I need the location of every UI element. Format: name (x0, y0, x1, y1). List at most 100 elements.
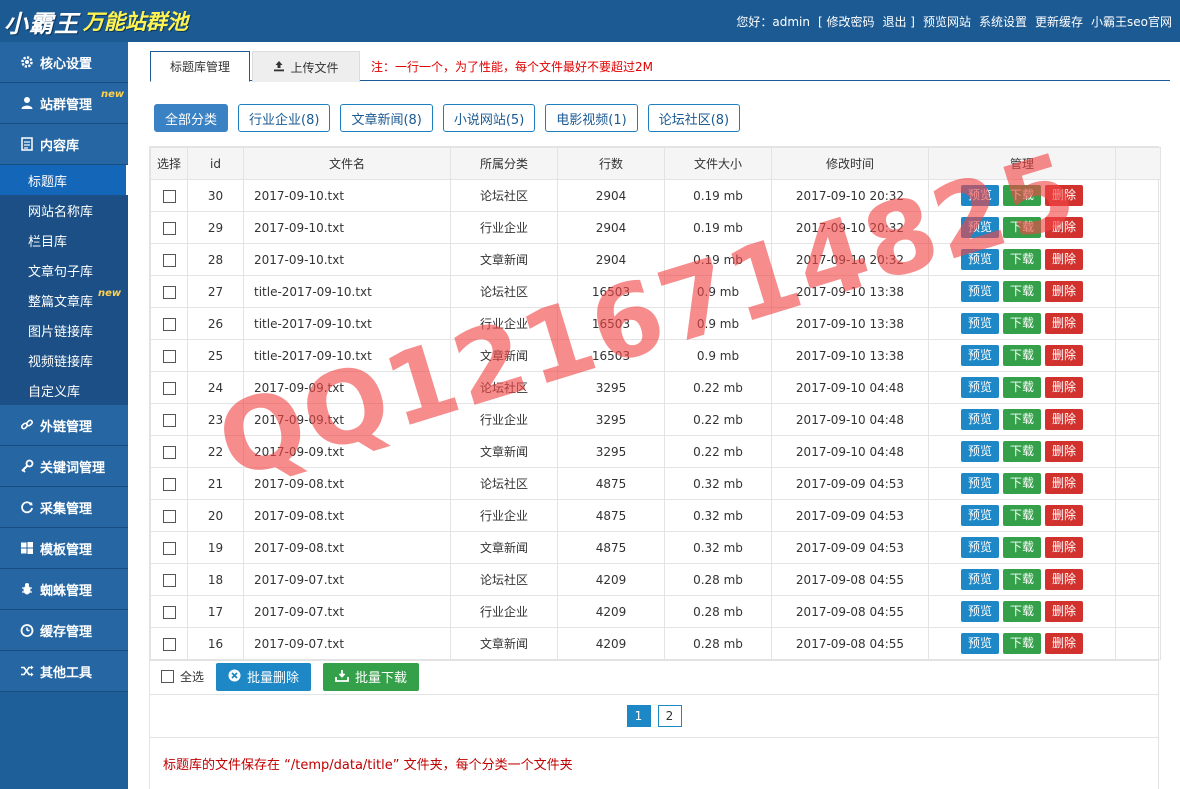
row-category: 论坛社区 (450, 275, 558, 308)
delete-button[interactable]: 删除 (1045, 505, 1084, 526)
preview-button[interactable]: 预览 (960, 249, 999, 270)
sidebar-item-column-library[interactable]: 栏目库 (0, 225, 128, 255)
download-button[interactable]: 下载 (1002, 473, 1041, 494)
row-checkbox[interactable] (162, 605, 176, 619)
row-checkbox[interactable] (162, 573, 176, 587)
sidebar-item-video-link-library[interactable]: 视频链接库 (0, 345, 128, 375)
delete-button[interactable]: 删除 (1045, 601, 1084, 622)
row-checkbox[interactable] (162, 509, 176, 523)
download-button[interactable]: 下载 (1002, 537, 1041, 558)
row-checkbox[interactable] (162, 221, 176, 235)
preview-button[interactable]: 预览 (960, 345, 999, 366)
delete-button[interactable]: 删除 (1045, 345, 1084, 366)
download-button[interactable]: 下载 (1002, 601, 1041, 622)
preview-button[interactable]: 预览 (960, 505, 999, 526)
sidebar-item-article-library[interactable]: 整篇文章库 new (0, 285, 128, 315)
delete-button[interactable]: 删除 (1045, 409, 1084, 430)
download-button[interactable]: 下载 (1002, 377, 1041, 398)
category-forum-button[interactable]: 论坛社区(8) (647, 104, 741, 132)
preview-button[interactable]: 预览 (960, 473, 999, 494)
delete-button[interactable]: 删除 (1045, 185, 1084, 206)
delete-button[interactable]: 删除 (1045, 313, 1084, 334)
row-checkbox[interactable] (162, 413, 176, 427)
preview-button[interactable]: 预览 (960, 441, 999, 462)
download-button[interactable]: 下载 (1002, 345, 1041, 366)
category-news-button[interactable]: 文章新闻(8) (340, 104, 433, 132)
row-checkbox[interactable] (162, 445, 176, 459)
sidebar-item-image-link-library[interactable]: 图片链接库 (0, 315, 128, 345)
sidebar-group-spiders[interactable]: 蜘蛛管理 (0, 569, 128, 610)
preview-button[interactable]: 预览 (960, 281, 999, 302)
category-all-button[interactable]: 全部分类 (154, 104, 229, 132)
download-button[interactable]: 下载 (1002, 569, 1041, 590)
page-2-button[interactable]: 2 (657, 705, 682, 727)
preview-site-link[interactable]: 预览网站 (923, 13, 971, 30)
bulk-download-button[interactable]: 批量下载 (323, 662, 420, 691)
row-checkbox[interactable] (162, 253, 176, 267)
sidebar-group-other-tools[interactable]: 其他工具 (0, 651, 128, 692)
tab-upload-file[interactable]: 上传文件 (252, 51, 360, 82)
download-button[interactable]: 下载 (1002, 633, 1041, 654)
delete-button[interactable]: 删除 (1045, 441, 1084, 462)
delete-button[interactable]: 删除 (1045, 217, 1084, 238)
sidebar-group-templates[interactable]: 模板管理 (0, 528, 128, 569)
sidebar-group-site-management[interactable]: 站群管理 new (0, 83, 128, 124)
delete-button[interactable]: 删除 (1045, 569, 1084, 590)
category-video-button[interactable]: 电影视频(1) (545, 104, 638, 132)
tab-title-library-management[interactable]: 标题库管理 (150, 51, 250, 82)
download-button[interactable]: 下载 (1002, 249, 1041, 270)
sidebar-group-external-links[interactable]: 外链管理 (0, 405, 128, 446)
sidebar-group-cache[interactable]: 缓存管理 (0, 610, 128, 651)
preview-button[interactable]: 预览 (960, 185, 999, 206)
row-checkbox[interactable] (162, 349, 176, 363)
row-checkbox[interactable] (162, 637, 176, 651)
select-all-checkbox[interactable] (161, 670, 174, 683)
category-novel-button[interactable]: 小说网站(5) (442, 104, 536, 132)
page-1-button[interactable]: 1 (626, 705, 651, 727)
category-industry-button[interactable]: 行业企业(8) (238, 104, 331, 132)
delete-button[interactable]: 删除 (1045, 249, 1084, 270)
delete-button[interactable]: 删除 (1045, 633, 1084, 654)
delete-button[interactable]: 删除 (1045, 281, 1084, 302)
preview-button[interactable]: 预览 (960, 569, 999, 590)
sidebar-group-content-library[interactable]: 内容库 (0, 124, 128, 165)
download-button[interactable]: 下载 (1002, 313, 1041, 334)
preview-button[interactable]: 预览 (960, 313, 999, 334)
sidebar-item-sentence-library[interactable]: 文章句子库 (0, 255, 128, 285)
preview-button[interactable]: 预览 (960, 633, 999, 654)
download-button[interactable]: 下载 (1002, 217, 1041, 238)
row-checkbox[interactable] (162, 189, 176, 203)
download-button[interactable]: 下载 (1002, 185, 1041, 206)
logout-link[interactable]: 退出 ] (882, 13, 915, 30)
app-logo[interactable]: 小霸王 万能站群池 (0, 0, 250, 42)
preview-button[interactable]: 预览 (960, 537, 999, 558)
preview-button[interactable]: 预览 (960, 409, 999, 430)
row-checkbox[interactable] (162, 477, 176, 491)
row-checkbox[interactable] (162, 381, 176, 395)
system-settings-link[interactable]: 系统设置 (979, 13, 1027, 30)
sidebar-item-title-library[interactable]: 标题库 (0, 165, 128, 195)
download-button[interactable]: 下载 (1002, 409, 1041, 430)
preview-button[interactable]: 预览 (960, 377, 999, 398)
download-button[interactable]: 下载 (1002, 441, 1041, 462)
sidebar-group-core-settings[interactable]: 核心设置 (0, 42, 128, 83)
delete-button[interactable]: 删除 (1045, 473, 1084, 494)
delete-button[interactable]: 删除 (1045, 537, 1084, 558)
row-checkbox[interactable] (162, 541, 176, 555)
sidebar-item-site-name-library[interactable]: 网站名称库 (0, 195, 128, 225)
row-spacer (1115, 435, 1161, 468)
preview-button[interactable]: 预览 (960, 217, 999, 238)
sidebar-group-collection[interactable]: 采集管理 (0, 487, 128, 528)
row-checkbox[interactable] (162, 285, 176, 299)
preview-button[interactable]: 预览 (960, 601, 999, 622)
delete-button[interactable]: 删除 (1045, 377, 1084, 398)
sidebar-item-custom-library[interactable]: 自定义库 (0, 375, 128, 405)
bulk-delete-button[interactable]: 批量删除 (216, 662, 312, 691)
update-cache-link[interactable]: 更新缓存 (1035, 13, 1083, 30)
row-checkbox[interactable] (162, 317, 176, 331)
official-site-link[interactable]: 小霸王seo官网 (1091, 13, 1172, 30)
download-button[interactable]: 下载 (1002, 281, 1041, 302)
sidebar-group-keywords[interactable]: 关键词管理 (0, 446, 128, 487)
download-button[interactable]: 下载 (1002, 505, 1041, 526)
change-password-link[interactable]: [ 修改密码 (818, 13, 875, 30)
